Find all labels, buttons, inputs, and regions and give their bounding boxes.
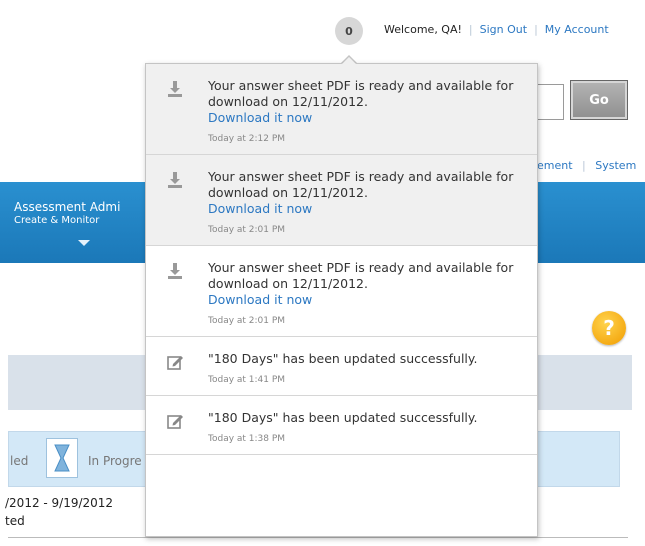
notification-time: Today at 2:01 PM bbox=[208, 225, 286, 235]
chevron-down-icon bbox=[78, 240, 90, 246]
notification-message: "180 Days" has been updated successfully… bbox=[208, 410, 478, 425]
notification-item: "180 Days" has been updated successfully… bbox=[146, 396, 537, 455]
notification-time: Today at 2:12 PM bbox=[208, 134, 286, 144]
download-icon bbox=[168, 81, 182, 97]
sub-navigation: ement | System bbox=[537, 159, 636, 172]
notification-count-badge[interactable]: 0 bbox=[335, 17, 363, 45]
download-link[interactable]: Download it now bbox=[208, 110, 527, 126]
date-status: ted bbox=[5, 514, 25, 528]
edit-icon bbox=[167, 415, 183, 429]
my-account-link[interactable]: My Account bbox=[545, 23, 609, 36]
notification-item: Your answer sheet PDF is ready and avail… bbox=[146, 155, 537, 246]
separator: | bbox=[582, 159, 586, 172]
nav-tab-title: Assessment Admi bbox=[14, 200, 121, 214]
nav-tab-subtitle: Create & Monitor bbox=[14, 215, 100, 226]
download-link[interactable]: Download it now bbox=[208, 292, 527, 308]
notification-item: "180 Days" has been updated successfully… bbox=[146, 337, 537, 396]
download-icon bbox=[168, 172, 182, 188]
divider bbox=[8, 537, 628, 538]
welcome-text: Welcome, QA! bbox=[384, 23, 462, 36]
notification-message: Your answer sheet PDF is ready and avail… bbox=[208, 169, 514, 200]
hourglass-icon bbox=[46, 438, 78, 478]
notification-message: Your answer sheet PDF is ready and avail… bbox=[208, 260, 514, 291]
status-label-scheduled: led bbox=[10, 454, 29, 468]
download-icon bbox=[168, 263, 182, 279]
subnav-item-system[interactable]: System bbox=[595, 159, 636, 172]
sign-out-link[interactable]: Sign Out bbox=[480, 23, 527, 36]
download-link[interactable]: Download it now bbox=[208, 201, 527, 217]
dropdown-pointer-fill bbox=[342, 57, 356, 64]
nav-tab-assessment-admin[interactable]: Assessment Admi Create & Monitor bbox=[14, 200, 121, 246]
separator: | bbox=[468, 23, 473, 36]
header-links: Welcome, QA! | Sign Out | My Account bbox=[384, 23, 609, 36]
notification-item: Your answer sheet PDF is ready and avail… bbox=[146, 64, 537, 155]
notification-time: Today at 1:41 PM bbox=[208, 375, 286, 385]
subnav-item-management[interactable]: ement bbox=[537, 159, 573, 172]
date-range: /2012 - 9/19/2012 bbox=[5, 496, 114, 510]
notification-message: Your answer sheet PDF is ready and avail… bbox=[208, 78, 514, 109]
help-icon[interactable]: ? bbox=[592, 311, 626, 345]
notification-time: Today at 2:01 PM bbox=[208, 316, 286, 326]
status-label-in-progress: In Progre bbox=[88, 454, 142, 468]
go-button[interactable]: Go bbox=[570, 80, 628, 120]
notification-message: "180 Days" has been updated successfully… bbox=[208, 351, 478, 366]
notification-dropdown: Your answer sheet PDF is ready and avail… bbox=[145, 63, 538, 537]
separator: | bbox=[534, 23, 538, 36]
notification-time: Today at 1:38 PM bbox=[208, 434, 286, 444]
edit-icon bbox=[167, 356, 183, 370]
notification-item: Your answer sheet PDF is ready and avail… bbox=[146, 246, 537, 337]
